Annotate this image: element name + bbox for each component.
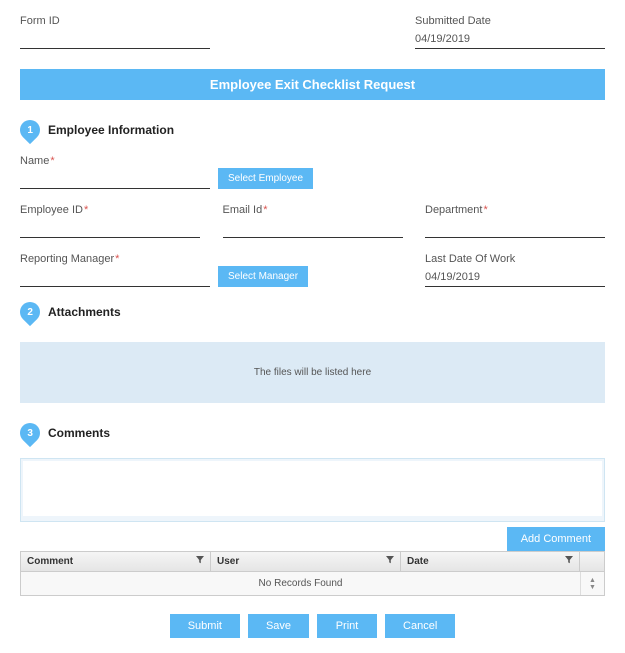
name-input[interactable] — [20, 170, 210, 189]
no-records-text: No Records Found — [21, 572, 580, 595]
section-3-badge: 3 — [16, 419, 44, 447]
form-id-input[interactable] — [20, 30, 210, 49]
submit-button[interactable]: Submit — [170, 614, 240, 638]
filter-icon[interactable] — [196, 556, 204, 567]
section-1-title: Employee Information — [48, 123, 174, 137]
save-button[interactable]: Save — [248, 614, 309, 638]
email-input[interactable] — [223, 219, 403, 238]
files-placeholder-area[interactable]: The files will be listed here — [20, 342, 605, 403]
reporting-manager-input[interactable] — [20, 268, 210, 287]
cancel-button[interactable]: Cancel — [385, 614, 455, 638]
form-id-label: Form ID — [20, 15, 210, 27]
section-2-title: Attachments — [48, 305, 121, 319]
email-label: Email Id — [223, 204, 403, 216]
comment-textarea[interactable] — [23, 461, 602, 516]
employee-id-input[interactable] — [20, 219, 200, 238]
department-label: Department — [425, 204, 605, 216]
scroll-up-icon[interactable]: ▲ — [589, 577, 596, 584]
section-3-title: Comments — [48, 426, 110, 440]
last-date-label: Last Date Of Work — [425, 253, 605, 265]
submitted-date-input[interactable] — [415, 30, 605, 49]
submitted-date-label: Submitted Date — [415, 15, 605, 27]
section-2-badge: 2 — [16, 298, 44, 326]
column-header-comment-label: Comment — [27, 556, 73, 567]
section-1-badge: 1 — [16, 116, 44, 144]
filter-icon[interactable] — [565, 556, 573, 567]
column-header-user[interactable]: User — [211, 552, 401, 571]
column-header-date[interactable]: Date — [401, 552, 580, 571]
select-employee-button[interactable]: Select Employee — [218, 168, 313, 189]
column-header-comment[interactable]: Comment — [21, 552, 211, 571]
scroll-down-icon[interactable]: ▼ — [589, 584, 596, 591]
reporting-manager-label: Reporting Manager — [20, 253, 210, 265]
page-title-banner: Employee Exit Checklist Request — [20, 69, 605, 100]
column-header-spacer — [580, 552, 604, 571]
scroll-buttons[interactable]: ▲ ▼ — [580, 572, 604, 595]
column-header-date-label: Date — [407, 556, 429, 567]
employee-id-label: Employee ID — [20, 204, 200, 216]
filter-icon[interactable] — [386, 556, 394, 567]
column-header-user-label: User — [217, 556, 239, 567]
department-input[interactable] — [425, 219, 605, 238]
name-label: Name — [20, 155, 210, 167]
select-manager-button[interactable]: Select Manager — [218, 266, 308, 287]
comments-grid: Comment User Date No Records Found ▲ ▼ — [20, 551, 605, 596]
print-button[interactable]: Print — [317, 614, 377, 638]
last-date-input[interactable] — [425, 268, 605, 287]
